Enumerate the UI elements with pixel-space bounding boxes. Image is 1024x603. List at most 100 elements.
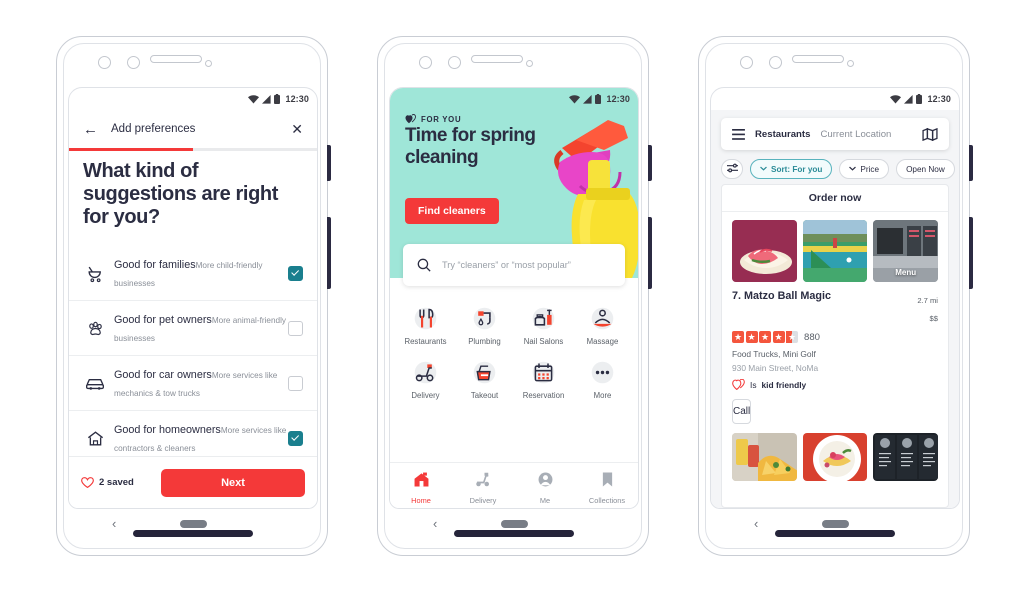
signal-icon [262, 94, 272, 104]
preference-text: Good for pet ownersMore animal-friendly … [108, 310, 288, 346]
preference-checkbox[interactable] [288, 320, 303, 336]
takeout-icon [471, 356, 498, 386]
side-button-bottom[interactable] [327, 217, 331, 289]
preference-row[interactable]: Good for car ownersMore services like me… [69, 356, 317, 411]
home-icon [413, 471, 430, 493]
wifi-icon [248, 94, 260, 103]
system-home-pill[interactable] [180, 520, 207, 528]
star [759, 331, 771, 343]
status-bar: 12:30 [390, 88, 638, 110]
system-back-icon[interactable]: ‹ [754, 517, 758, 530]
system-home-pill[interactable] [501, 520, 528, 528]
tab-label: Collections [588, 495, 626, 505]
map-icon[interactable] [922, 127, 938, 141]
status-time: 12:30 [285, 94, 309, 104]
preference-title: Good for families [114, 259, 196, 271]
mini-golf-photo[interactable] [802, 220, 868, 282]
category-label: Plumbing [468, 337, 501, 346]
system-home-pill[interactable] [822, 520, 849, 528]
category-reservation[interactable]: Reservation [514, 356, 573, 400]
category-massage[interactable]: Massage [573, 302, 632, 346]
for-you-eyebrow: FOR YOU [405, 114, 461, 124]
search-icon [417, 258, 431, 272]
preference-checkbox[interactable] [288, 375, 303, 391]
star-rating [732, 331, 798, 343]
bottom-speaker-bar [775, 530, 895, 537]
search-bar[interactable]: Try “cleaners” or “most popular” [403, 244, 625, 286]
screen-preferences: 12:30 ← Add preferences ✕ What kind of s… [68, 87, 318, 509]
search-bar[interactable]: Restaurants Current Location [721, 118, 949, 150]
camera-dot-icon [419, 56, 432, 69]
category-restaurants[interactable]: Restaurants [396, 302, 455, 346]
category-takeout[interactable]: Takeout [455, 356, 514, 400]
food-truck-photo[interactable]: Menu [873, 220, 939, 282]
bottom-tab-bar: Home Delivery Me Collections [390, 462, 638, 508]
category-delivery[interactable]: Delivery [396, 356, 455, 400]
saved-count-label: 2 saved [99, 477, 134, 488]
category-label: Nail Salons [523, 337, 564, 346]
chip-label: Open Now [906, 164, 945, 174]
battery-icon [595, 94, 602, 104]
chip-open-now[interactable]: Open Now [896, 159, 955, 179]
faucet-icon [471, 302, 498, 332]
progress-bar-fill [69, 148, 193, 151]
system-back-icon[interactable]: ‹ [112, 517, 116, 530]
nachos-drinks-photo[interactable] [732, 433, 797, 481]
search-placeholder: Try “cleaners” or “most popular” [442, 260, 571, 270]
category-more[interactable]: More [573, 356, 632, 400]
filter-button[interactable] [721, 159, 743, 179]
preference-row[interactable]: Good for familiesMore child-friendly bus… [69, 246, 317, 301]
star [745, 331, 758, 343]
side-button-bottom[interactable] [648, 217, 652, 289]
business-name[interactable]: 7. Matzo Ball Magic [732, 290, 831, 302]
chip-sort-for-you[interactable]: Sort: For you [750, 159, 833, 179]
preference-text: Good for familiesMore child-friendly bus… [108, 255, 288, 291]
back-arrow-icon[interactable]: ← [83, 122, 98, 137]
order-now-button[interactable]: Order now [722, 185, 948, 212]
side-button-top[interactable] [327, 145, 331, 181]
tab-me[interactable]: Me [514, 471, 576, 505]
phone-mockup-search-results: 12:30 Restaurants Current Location Sort:… [698, 36, 973, 556]
category-plumbing[interactable]: Plumbing [455, 302, 514, 346]
side-button-top[interactable] [969, 145, 973, 181]
category-label: More [593, 391, 612, 400]
tab-delivery[interactable]: Delivery [452, 471, 514, 505]
progress-bar [69, 148, 317, 151]
tab-collections[interactable]: Collections [576, 471, 638, 505]
preference-title: Good for car owners [114, 369, 212, 381]
chalkboard-menu-photo[interactable] [873, 433, 939, 481]
preference-checkbox[interactable] [288, 430, 303, 446]
tab-home[interactable]: Home [390, 471, 452, 505]
preference-checkbox[interactable] [288, 265, 303, 281]
led-dot-icon [847, 60, 854, 67]
wifi-icon [890, 94, 902, 103]
category-label: Massage [586, 337, 619, 346]
side-button-top[interactable] [648, 145, 652, 181]
banner-title: Time for spring cleaning [405, 125, 536, 169]
earpiece-speaker [150, 55, 202, 63]
find-cleaners-button[interactable]: Find cleaners [405, 198, 499, 224]
sensor-dot-icon [769, 56, 782, 69]
ellipsis-icon [589, 356, 616, 386]
side-button-bottom[interactable] [969, 217, 973, 289]
status-time: 12:30 [927, 94, 951, 104]
system-back-icon[interactable]: ‹ [433, 517, 437, 530]
next-button[interactable]: Next [161, 468, 305, 497]
business-card: Order now Menu 7. Matzo Ball Magic 2.7 m… [721, 184, 949, 508]
chip-price[interactable]: Price [839, 159, 890, 179]
call-button[interactable]: Call [732, 399, 752, 424]
close-icon[interactable]: ✕ [291, 122, 303, 136]
tacos-plate-photo[interactable] [802, 433, 868, 481]
preference-row[interactable]: Good for pet ownersMore animal-friendly … [69, 301, 317, 356]
category-nail-salons[interactable]: Nail Salons [514, 302, 573, 346]
stroller-icon [82, 264, 108, 283]
sensor-dot-icon [448, 56, 461, 69]
lobster-roll-photo[interactable] [732, 220, 797, 282]
earpiece-speaker [792, 55, 844, 63]
tab-label: Me [539, 495, 551, 505]
hamburger-icon[interactable] [732, 128, 745, 140]
paw-icon [82, 319, 108, 338]
tab-label: Home [411, 495, 431, 505]
category-grid: Restaurants Plumbing Nail Salons Massage Del… [390, 296, 638, 400]
car-icon [82, 373, 108, 393]
